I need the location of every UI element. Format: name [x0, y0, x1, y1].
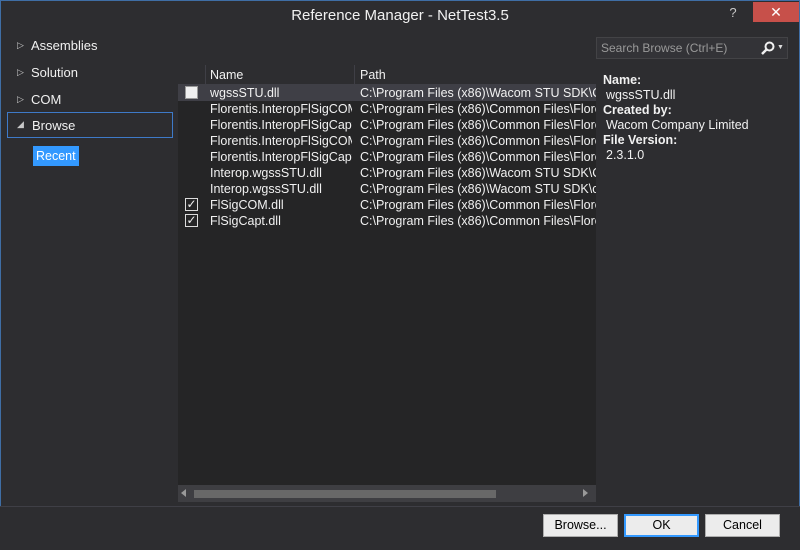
magnifier-icon[interactable] — [760, 40, 776, 56]
row-path: C:\Program Files (x86)\Common Files\Flor… — [360, 150, 596, 164]
expand-arrow-icon[interactable]: ▷ — [17, 94, 27, 104]
scrollbar-thumb[interactable] — [194, 490, 496, 498]
horizontal-scrollbar[interactable] — [178, 485, 596, 502]
reference-grid: Name Path wgssSTU.dll C:\Program Files (… — [178, 65, 596, 502]
nav-item-recent[interactable]: Recent — [33, 146, 79, 166]
details-panel: Name: wgssSTU.dll Created by: Wacom Comp… — [603, 73, 788, 163]
row-name: Florentis.InteropFlSigCapt.dll — [210, 118, 352, 132]
name-label: Name: — [603, 73, 642, 87]
row-path: C:\Program Files (x86)\Common Files\Flor… — [360, 102, 596, 116]
row-path: C:\Program Files (x86)\Common Files\Flor… — [360, 118, 596, 132]
ok-button[interactable]: OK — [624, 514, 699, 537]
column-separator[interactable] — [205, 65, 206, 85]
help-button[interactable]: ? — [721, 3, 745, 23]
table-row[interactable]: wgssSTU.dll C:\Program Files (x86)\Wacom… — [178, 85, 596, 101]
file-version-value: 2.3.1.0 — [606, 148, 645, 162]
window-title: Reference Manager - NetTest3.5 — [291, 7, 509, 24]
table-row[interactable]: Florentis.InteropFlSigCOM.dll C:\Program… — [178, 133, 596, 149]
row-name: Florentis.InteropFlSigCapt.dll — [210, 150, 352, 164]
nav-item-browse[interactable]: ◢ Browse — [7, 112, 173, 138]
row-name: Interop.wgssSTU.dll — [210, 166, 322, 180]
nav-tree: ▷ Assemblies ▷ Solution ▷ COM ◢ Browse R… — [7, 33, 174, 513]
title-bar: Reference Manager - NetTest3.5 ? ✕ — [0, 0, 800, 31]
reference-checkbox[interactable] — [185, 86, 198, 99]
nav-item-com[interactable]: ▷ COM — [7, 87, 173, 113]
cancel-button[interactable]: Cancel — [705, 514, 780, 537]
row-name: FlSigCapt.dll — [210, 214, 281, 228]
reference-checkbox[interactable]: ✓ — [185, 214, 198, 227]
reference-checkbox[interactable]: ✓ — [185, 198, 198, 211]
row-name: Interop.wgssSTU.dll — [210, 182, 322, 196]
created-by-label: Created by: — [603, 103, 672, 117]
file-version-label: File Version: — [603, 133, 678, 147]
name-value: wgssSTU.dll — [606, 88, 676, 102]
search-input[interactable] — [601, 40, 751, 56]
button-bar: Browse... OK Cancel — [0, 506, 800, 550]
row-path: C:\Program Files (x86)\Wacom STU SDK\C\b… — [360, 86, 596, 100]
nav-item-assemblies[interactable]: ▷ Assemblies — [7, 33, 173, 59]
nav-item-solution[interactable]: ▷ Solution — [7, 60, 173, 86]
nav-item-label: Browse — [32, 118, 76, 133]
row-name: FlSigCOM.dll — [210, 198, 284, 212]
row-path: C:\Program Files (x86)\Wacom STU SDK\csh… — [360, 182, 596, 196]
table-row[interactable]: ✓ FlSigCOM.dll C:\Program Files (x86)\Co… — [178, 197, 596, 213]
table-row[interactable]: ✓ FlSigCapt.dll C:\Program Files (x86)\C… — [178, 213, 596, 229]
scroll-right-icon[interactable] — [583, 489, 588, 497]
table-row[interactable]: Florentis.InteropFlSigCapt.dll C:\Progra… — [178, 117, 596, 133]
expand-arrow-icon[interactable]: ▷ — [17, 67, 27, 77]
table-row[interactable]: Florentis.InteropFlSigCapt.dll C:\Progra… — [178, 149, 596, 165]
browse-button[interactable]: Browse... — [543, 514, 618, 537]
column-header-path[interactable]: Path — [360, 68, 386, 82]
table-row[interactable]: Interop.wgssSTU.dll C:\Program Files (x8… — [178, 165, 596, 181]
search-options-dropdown-icon[interactable]: ▼ — [777, 41, 785, 55]
row-path: C:\Program Files (x86)\Common Files\Flor… — [360, 134, 596, 148]
column-header-name[interactable]: Name — [210, 68, 243, 82]
nav-item-label: Solution — [31, 65, 78, 80]
close-button[interactable]: ✕ — [753, 2, 799, 22]
created-by-value: Wacom Company Limited — [606, 118, 749, 132]
table-row[interactable]: Interop.wgssSTU.dll C:\Program Files (x8… — [178, 181, 596, 197]
column-separator[interactable] — [354, 65, 355, 85]
row-path: C:\Program Files (x86)\Common Files\Flor… — [360, 214, 596, 228]
collapse-arrow-icon[interactable]: ◢ — [17, 119, 27, 129]
row-path: C:\Program Files (x86)\Common Files\Flor… — [360, 198, 596, 212]
expand-arrow-icon[interactable]: ▷ — [17, 40, 27, 50]
row-name: Florentis.InteropFlSigCOM.dll — [210, 134, 352, 148]
row-path: C:\Program Files (x86)\Wacom STU SDK\COM… — [360, 166, 596, 180]
nav-item-label: Assemblies — [31, 38, 98, 53]
table-row[interactable]: Florentis.InteropFlSigCOM.dll C:\Program… — [178, 101, 596, 117]
search-box[interactable]: ▼ — [596, 37, 788, 59]
scroll-left-icon[interactable] — [181, 489, 186, 497]
nav-item-label: COM — [31, 92, 62, 107]
row-name: Florentis.InteropFlSigCOM.dll — [210, 102, 352, 116]
row-name: wgssSTU.dll — [210, 86, 280, 100]
grid-header: Name Path — [178, 65, 596, 85]
